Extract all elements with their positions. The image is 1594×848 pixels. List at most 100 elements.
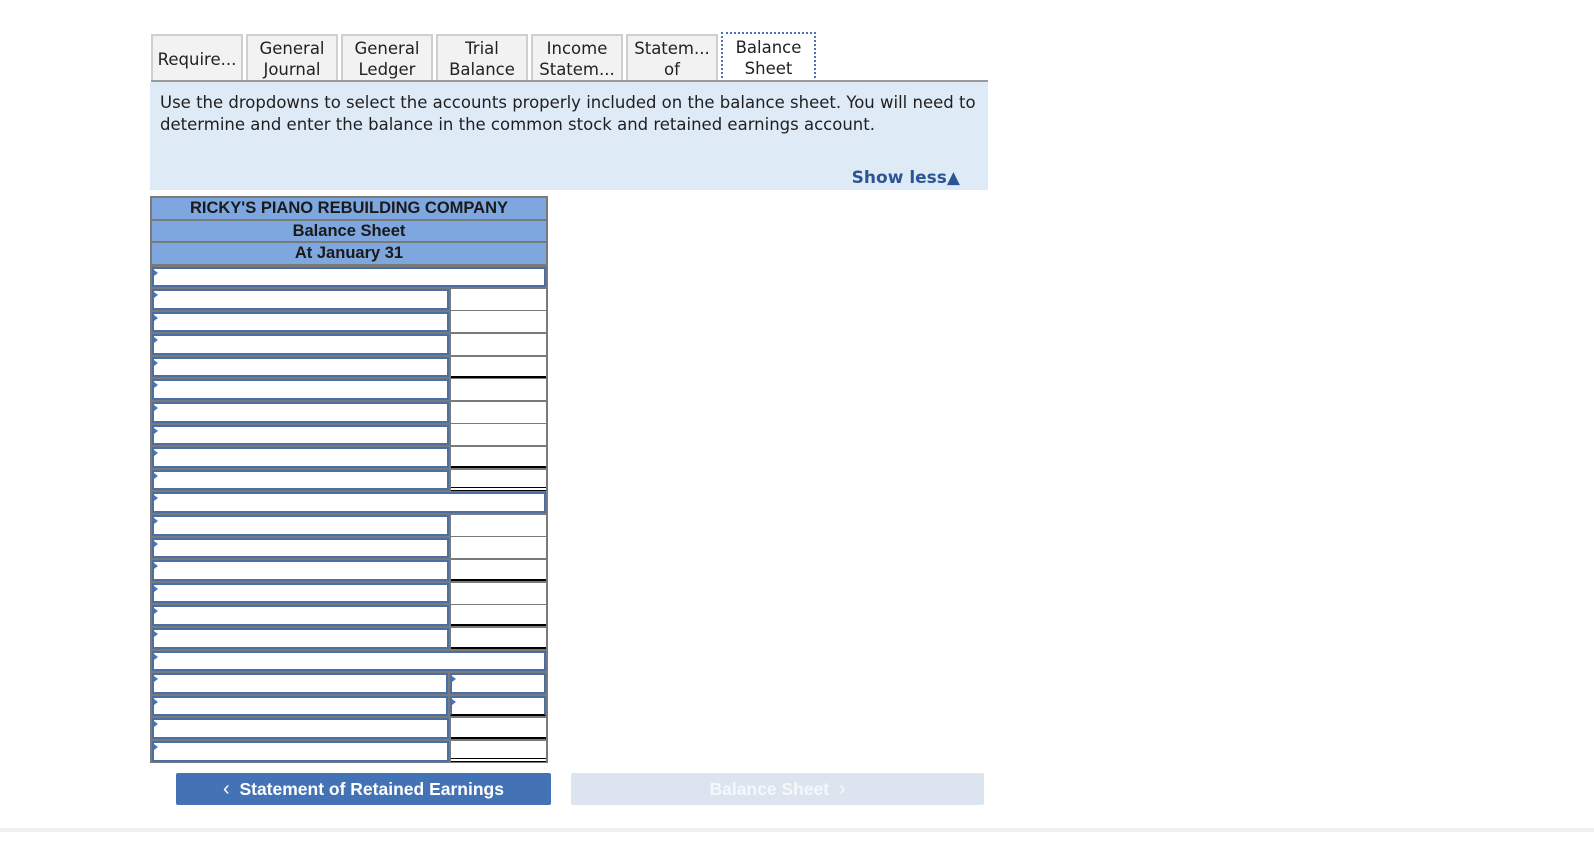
account-row [152, 740, 546, 763]
show-less-toggle[interactable]: Show less▲ [852, 168, 960, 188]
section-heading-row [152, 491, 546, 514]
amount-input[interactable] [450, 514, 546, 536]
tab-bar: Require... General Journal General Ledger Tri… [151, 32, 819, 82]
tab-label-line: Balance [449, 60, 515, 79]
amount-input[interactable] [450, 582, 546, 604]
amount-input[interactable] [450, 379, 546, 401]
account-dropdown[interactable] [152, 334, 449, 355]
tab-general-ledger[interactable]: General Ledger [341, 34, 433, 82]
tab-label-line: Statem... [634, 39, 710, 58]
amount-input[interactable] [450, 356, 546, 378]
account-row [152, 401, 546, 424]
amount-input[interactable] [450, 627, 546, 649]
account-dropdown[interactable] [152, 582, 449, 604]
amount-input[interactable] [450, 334, 546, 356]
amount-dropdown[interactable] [450, 695, 546, 717]
tab-label-line: Statem... [539, 60, 615, 79]
account-row [152, 672, 546, 695]
account-row [152, 311, 546, 334]
chevron-left-icon: ‹ [223, 777, 230, 800]
company-name: RICKY'S PIANO REBUILDING COMPANY [152, 198, 546, 219]
tab-require[interactable]: Require... [151, 34, 243, 82]
show-less-label: Show less [851, 168, 947, 188]
account-dropdown[interactable] [152, 628, 449, 649]
tab-trial-balance[interactable]: Trial Balance [436, 34, 528, 82]
account-row [152, 695, 546, 718]
account-row [152, 627, 546, 650]
amount-input[interactable] [450, 718, 546, 740]
account-dropdown[interactable] [152, 560, 449, 581]
prev-statement-button[interactable]: ‹ Statement of Retained Earnings [176, 773, 551, 805]
account-dropdown[interactable] [152, 447, 449, 468]
account-row [152, 604, 546, 627]
account-dropdown[interactable] [152, 673, 449, 694]
section-heading-row [152, 650, 546, 673]
account-dropdown[interactable] [152, 605, 449, 626]
chevron-right-icon: › [838, 777, 846, 800]
account-dropdown[interactable] [152, 537, 449, 559]
account-row [152, 559, 546, 582]
section-heading-dropdown[interactable] [152, 650, 546, 672]
balance-sheet-form: RICKY'S PIANO REBUILDING COMPANY Balance… [150, 196, 548, 763]
triangle-up-icon: ▲ [946, 168, 960, 188]
account-row [152, 582, 546, 605]
tab-label-line: Trial [465, 39, 499, 58]
amount-input[interactable] [450, 401, 546, 423]
section-heading-row [152, 266, 546, 289]
account-dropdown[interactable] [152, 695, 449, 717]
tab-label-line: Sheet [744, 59, 793, 78]
account-row [152, 514, 546, 537]
instructions-text: Use the dropdowns to select the accounts… [160, 93, 976, 134]
tab-statem-of[interactable]: Statem... of [626, 34, 718, 82]
amount-input[interactable] [450, 311, 546, 333]
tab-label: Income Statem... [539, 38, 614, 80]
tab-balance-sheet[interactable]: Balance Sheet [721, 32, 816, 82]
account-dropdown[interactable] [152, 718, 449, 739]
tab-label: General Journal [259, 38, 324, 80]
account-row [152, 378, 546, 401]
tab-label-line: Ledger [358, 60, 416, 79]
account-dropdown[interactable] [152, 424, 449, 446]
amount-input[interactable] [450, 424, 546, 446]
tab-label-line: Income [546, 39, 608, 58]
statement-date: At January 31 [152, 243, 546, 264]
amount-input[interactable] [450, 537, 546, 559]
account-row [152, 356, 546, 379]
section-heading-dropdown[interactable] [152, 492, 546, 514]
account-row [152, 288, 546, 311]
account-row [152, 717, 546, 740]
statement-title: Balance Sheet [152, 220, 546, 241]
account-row [152, 333, 546, 356]
tab-general-journal[interactable]: General Journal [246, 34, 338, 82]
account-dropdown[interactable] [152, 379, 449, 401]
account-row [152, 446, 546, 469]
prev-button-label: Statement of Retained Earnings [239, 778, 504, 799]
amount-input[interactable] [450, 605, 546, 627]
account-dropdown[interactable] [152, 289, 449, 310]
amount-input[interactable] [450, 560, 546, 582]
balance-sheet-rows [152, 266, 546, 763]
account-dropdown[interactable] [152, 469, 449, 491]
tab-label-line: General [259, 39, 325, 58]
tab-label-line: Journal [263, 60, 321, 79]
tab-income-statem[interactable]: Income Statem... [531, 34, 623, 82]
tab-label-line: Require... [157, 49, 237, 69]
amount-input[interactable] [450, 447, 546, 469]
tab-label-line: Balance [735, 38, 802, 57]
account-dropdown[interactable] [152, 515, 449, 536]
amount-input[interactable] [450, 469, 546, 491]
account-dropdown[interactable] [152, 402, 449, 423]
tab-label: Statem... of [634, 38, 709, 80]
section-heading-dropdown[interactable] [152, 266, 546, 288]
amount-input[interactable] [450, 740, 546, 762]
next-button-label: Balance Sheet [709, 778, 830, 799]
account-row [152, 424, 546, 447]
tab-label: Balance Sheet [736, 37, 802, 79]
account-dropdown[interactable] [152, 740, 449, 762]
amount-dropdown[interactable] [450, 673, 546, 694]
next-statement-button: Balance Sheet › [571, 773, 984, 805]
tab-label-line: of [664, 60, 680, 79]
amount-input[interactable] [450, 288, 546, 310]
account-dropdown[interactable] [152, 356, 449, 378]
account-dropdown[interactable] [152, 311, 449, 333]
